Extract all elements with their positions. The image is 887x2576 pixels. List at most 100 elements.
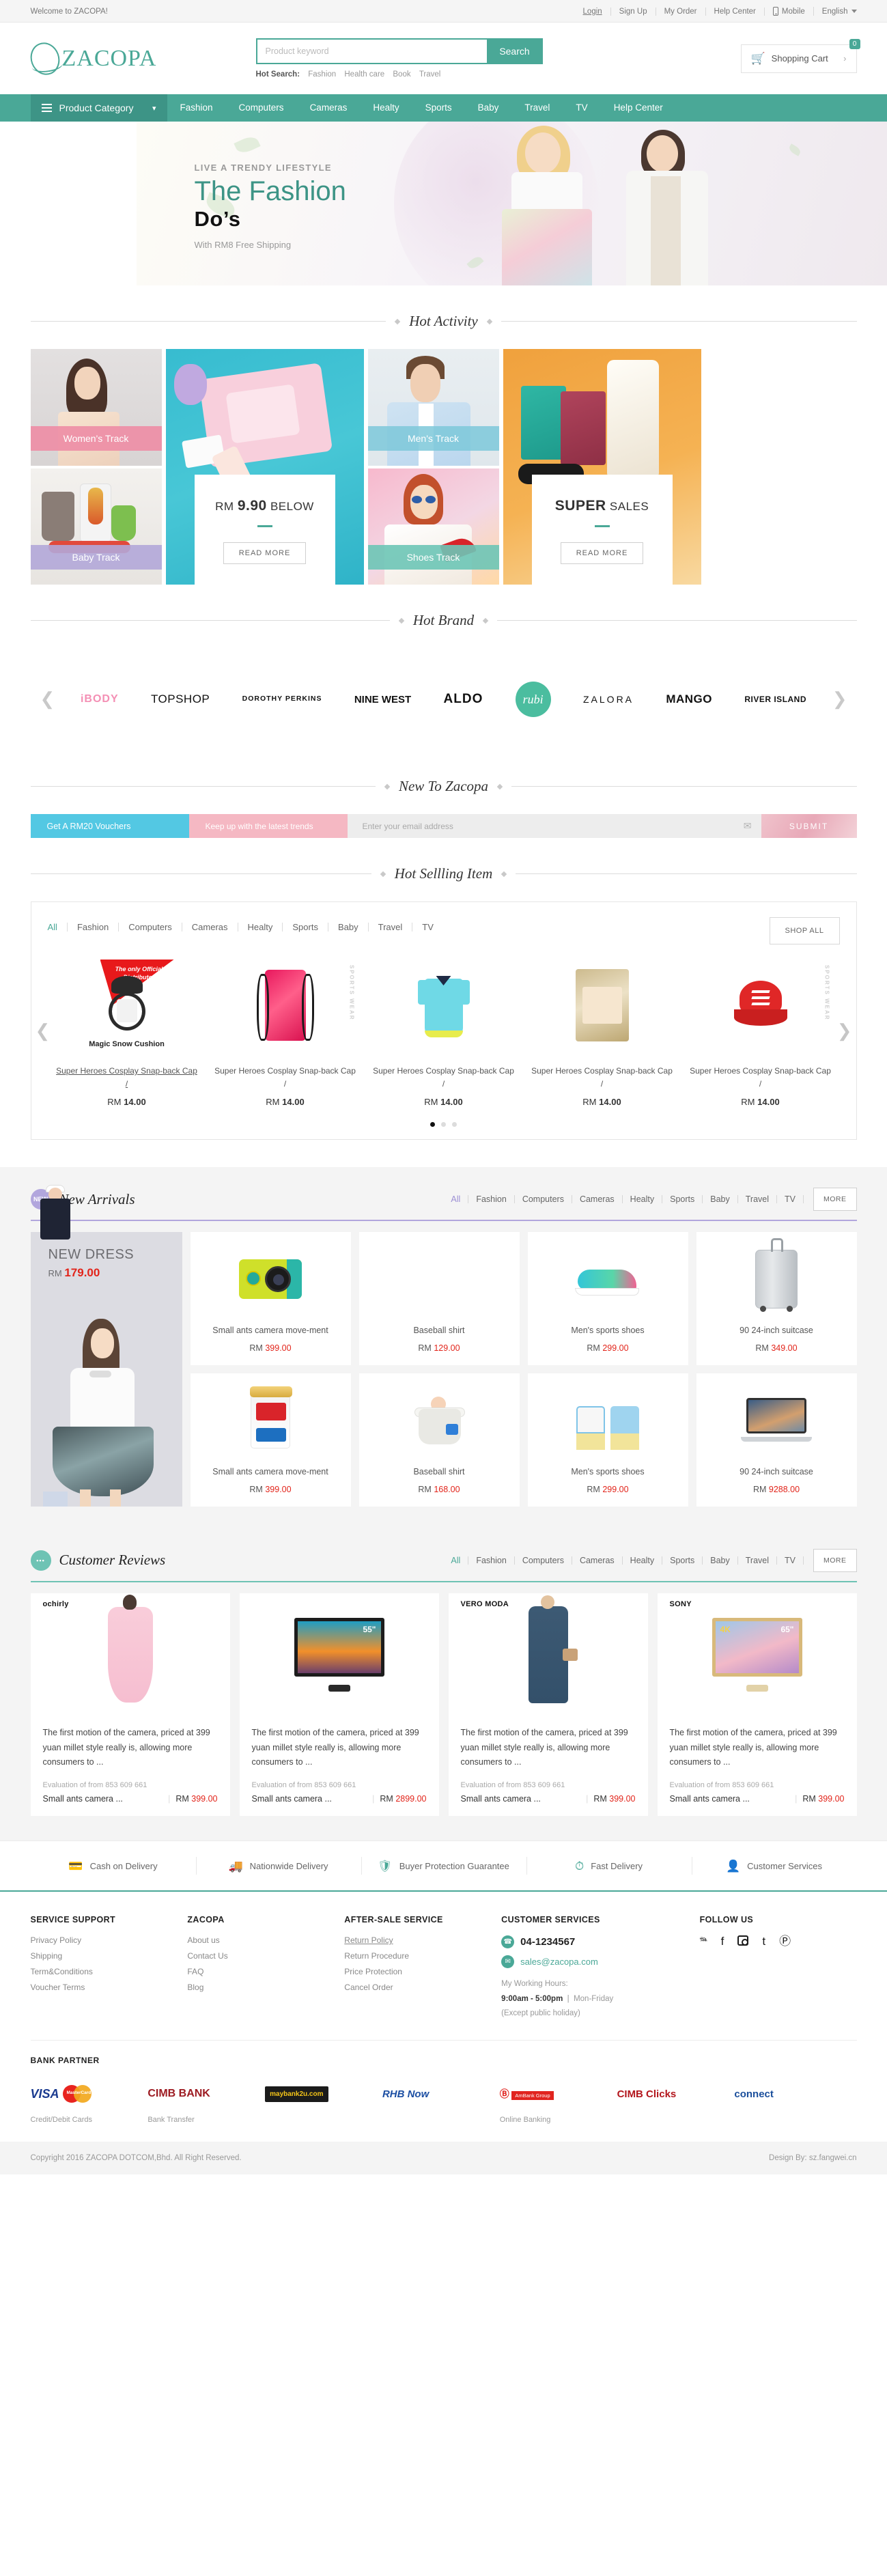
- product-card[interactable]: Men's sports shoes RM 299.00: [527, 1373, 688, 1507]
- feature-card-new-dress[interactable]: NEW DRESS RM 179.00: [30, 1232, 182, 1507]
- tab-cameras[interactable]: Cameras: [572, 1195, 623, 1203]
- tab-fashion[interactable]: Fashion: [68, 923, 119, 932]
- tab-travel[interactable]: Travel: [738, 1195, 778, 1203]
- mobile-link[interactable]: Mobile: [765, 7, 814, 16]
- signup-link[interactable]: Sign Up: [611, 7, 656, 16]
- service-nationwide-delivery[interactable]: 🚚 Nationwide Delivery: [196, 1860, 361, 1872]
- nav-item-cameras[interactable]: Cameras: [297, 94, 361, 122]
- pinterest-icon[interactable]: Ⓟ: [779, 1935, 791, 1947]
- brand-topshop[interactable]: TOPSHOP: [151, 692, 210, 706]
- more-button[interactable]: MORE: [813, 1548, 857, 1572]
- footer-phone[interactable]: ☎ 04-1234567: [501, 1935, 699, 1949]
- tab-computers[interactable]: Computers: [119, 923, 182, 932]
- carousel-dot[interactable]: [441, 1122, 446, 1128]
- product-card[interactable]: The only Official Distributor Magic Snow…: [48, 960, 206, 1107]
- product-card[interactable]: Men's sports shoes RM 299.00: [527, 1232, 688, 1365]
- brand-dorothy-perkins[interactable]: DOROTHY PERKINS: [242, 695, 322, 703]
- brand-mango[interactable]: MANGO: [666, 692, 712, 706]
- activity-tile-shoes[interactable]: Shoes Track: [367, 468, 499, 585]
- product-card[interactable]: SPORTS WEAR Super Heroes Cosplay Snap-ba…: [681, 961, 840, 1107]
- read-more-button[interactable]: READ MORE: [560, 542, 644, 564]
- shop-all-button[interactable]: SHOP ALL: [769, 917, 840, 944]
- carousel-dot[interactable]: [452, 1122, 457, 1128]
- my-order-link[interactable]: My Order: [656, 7, 706, 16]
- product-card[interactable]: SPORTS WEAR Super Heroes Cosplay Snap-ba…: [206, 961, 365, 1107]
- product-card[interactable]: 90 24-inch suitcase RM 349.00: [696, 1232, 857, 1365]
- tab-healty[interactable]: Healty: [238, 923, 283, 932]
- tab-baby[interactable]: Baby: [328, 923, 369, 932]
- hot-search-term-health-care[interactable]: Health care: [344, 70, 384, 79]
- tab-sports[interactable]: Sports: [283, 923, 328, 932]
- nav-item-baby[interactable]: Baby: [465, 94, 512, 122]
- brand-nine-west[interactable]: NINE WEST: [354, 694, 411, 705]
- product-category-button[interactable]: Product Category ▾: [30, 94, 167, 122]
- activity-tile-mens[interactable]: Men's Track: [367, 349, 499, 466]
- nav-item-tv[interactable]: TV: [563, 94, 600, 122]
- brand-ibody[interactable]: iBODY: [81, 693, 119, 705]
- brand-river-island[interactable]: RIVER ISLAND: [744, 695, 806, 704]
- footer-link-privacy-policy[interactable]: Privacy Policy: [31, 1935, 188, 1945]
- activity-tile-womens[interactable]: Women's Track: [30, 349, 162, 466]
- site-logo[interactable]: ZACOPA: [25, 38, 256, 79]
- tab-travel[interactable]: Travel: [738, 1556, 778, 1565]
- brand-next-arrow-icon[interactable]: ❯: [823, 689, 857, 710]
- product-card[interactable]: Baseball shirt RM 129.00: [40, 1185, 520, 1507]
- activity-tile-cosmetic-offer[interactable]: SUPER SALES READ MORE: [503, 349, 701, 585]
- nav-item-healty[interactable]: Healty: [360, 94, 412, 122]
- review-card[interactable]: VERO MODA The first motion of the camera…: [448, 1593, 648, 1817]
- tab-all[interactable]: All: [443, 1195, 469, 1203]
- product-card[interactable]: Small ants camera move-ment RM 399.00: [190, 1373, 351, 1507]
- carousel-next-arrow-icon[interactable]: ❯: [837, 1021, 852, 1041]
- tab-cameras[interactable]: Cameras: [572, 1556, 623, 1565]
- footer-link-terms-conditions[interactable]: Term&Conditions: [31, 1967, 188, 1976]
- product-card[interactable]: Super Heroes Cosplay Snap-back Cap / RM …: [365, 961, 523, 1107]
- tab-fashion[interactable]: Fashion: [468, 1195, 515, 1203]
- product-card[interactable]: 90 24-inch suitcase RM 9288.00: [696, 1373, 857, 1507]
- activity-tile-baby[interactable]: Baby Track: [30, 468, 162, 585]
- service-buyer-protection[interactable]: 🛡 Buyer Protection Guarantee: [361, 1860, 526, 1872]
- footer-link-return-policy[interactable]: Return Policy: [344, 1935, 501, 1945]
- tab-tv[interactable]: TV: [777, 1556, 804, 1565]
- brand-aldo[interactable]: ALDO: [444, 692, 483, 707]
- service-customer-services[interactable]: 👤 Customer Services: [692, 1860, 857, 1872]
- hot-search-term-fashion[interactable]: Fashion: [308, 70, 336, 79]
- search-input[interactable]: [255, 38, 487, 64]
- nav-item-fashion[interactable]: Fashion: [167, 94, 226, 122]
- service-cash-on-delivery[interactable]: 💳 Cash on Delivery: [31, 1860, 196, 1872]
- tab-healty[interactable]: Healty: [623, 1556, 663, 1565]
- footer-link-contact-us[interactable]: Contact Us: [187, 1951, 344, 1961]
- tab-healty[interactable]: Healty: [623, 1195, 663, 1203]
- tab-all[interactable]: All: [443, 1556, 469, 1565]
- review-card[interactable]: SONY 4K 65" The first motion of the camer…: [657, 1593, 857, 1817]
- product-card[interactable]: Small ants camera move-ment RM 399.00: [190, 1232, 351, 1365]
- newsletter-submit-button[interactable]: SUBMIT: [761, 814, 857, 838]
- tab-travel[interactable]: Travel: [369, 923, 413, 932]
- instagram-icon[interactable]: [737, 1935, 749, 1946]
- tab-all[interactable]: All: [48, 923, 68, 932]
- twitter-icon[interactable]: 𝆮: [700, 1935, 707, 1947]
- product-card[interactable]: Super Heroes Cosplay Snap-back Cap / RM …: [523, 961, 681, 1107]
- footer-link-cancel-order[interactable]: Cancel Order: [344, 1983, 501, 1992]
- footer-link-blog[interactable]: Blog: [187, 1983, 344, 1992]
- nav-item-travel[interactable]: Travel: [511, 94, 563, 122]
- more-button[interactable]: MORE: [813, 1188, 857, 1212]
- newsletter-email-input[interactable]: [362, 821, 744, 831]
- footer-email[interactable]: ✉ sales@zacopa.com: [501, 1955, 699, 1969]
- brand-prev-arrow-icon[interactable]: ❮: [31, 689, 65, 710]
- tab-computers[interactable]: Computers: [515, 1556, 572, 1565]
- carousel-dot[interactable]: [430, 1122, 435, 1128]
- footer-link-voucher-terms[interactable]: Voucher Terms: [31, 1983, 188, 1992]
- review-card[interactable]: 55" The first motion of the camera, pric…: [239, 1593, 439, 1817]
- help-center-link[interactable]: Help Center: [706, 7, 765, 16]
- review-card[interactable]: ochirly The first motion of the camera, …: [30, 1593, 230, 1817]
- tab-cameras[interactable]: Cameras: [182, 923, 238, 932]
- search-button[interactable]: Search: [486, 38, 543, 64]
- language-selector[interactable]: English: [814, 8, 857, 16]
- read-more-button[interactable]: READ MORE: [223, 542, 307, 564]
- shopping-cart-button[interactable]: 🛒 Shopping Cart › 0: [740, 38, 860, 73]
- login-link[interactable]: Login: [575, 7, 611, 16]
- footer-link-price-protection[interactable]: Price Protection: [344, 1967, 501, 1976]
- nav-item-sports[interactable]: Sports: [412, 94, 465, 122]
- tab-sports[interactable]: Sports: [662, 1556, 703, 1565]
- footer-link-faq[interactable]: FAQ: [187, 1967, 344, 1976]
